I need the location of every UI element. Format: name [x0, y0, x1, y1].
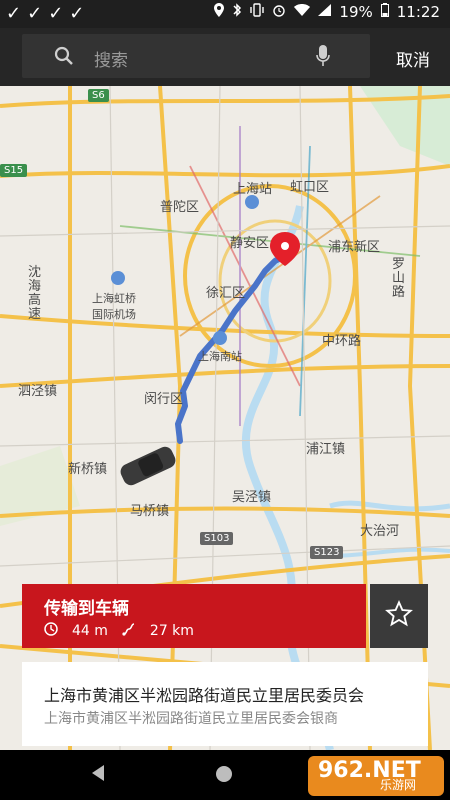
send-to-vehicle-card[interactable]: 传输到车辆 44 m 27 km [22, 584, 366, 648]
map-label: 中环路 [322, 334, 362, 349]
search-input[interactable]: 搜索 [22, 34, 370, 78]
search-placeholder: 搜索 [94, 51, 128, 71]
cancel-button[interactable]: 取消 [396, 46, 430, 71]
map-label: 徐汇区 [206, 286, 246, 301]
duration: 44 m [72, 623, 108, 639]
map-label: 泗泾镇 [18, 384, 58, 399]
map-label: 上海虹桥国际机场 [92, 292, 136, 321]
map-label: 新桥镇 [68, 462, 108, 477]
map-label: 上海南站 [198, 350, 242, 363]
bluetooth-icon [232, 3, 242, 21]
road-badge: S6 [88, 89, 109, 102]
check-icon: ✓ [69, 3, 85, 24]
vibrate-icon [250, 3, 265, 21]
status-bar: ✓ ✓ ✓ ✓ 19% 11:22 [0, 0, 450, 28]
map-canvas [0, 86, 450, 750]
station-marker [245, 195, 259, 209]
map-label: 虹口区 [290, 180, 330, 195]
signal-icon [318, 4, 332, 20]
map-label: 罗山路 [392, 257, 406, 300]
map-label: 大治河 [360, 524, 400, 539]
airport-marker [111, 271, 125, 285]
check-icon: ✓ [6, 3, 22, 24]
clock-time: 11:22 [396, 3, 440, 21]
notification-icons: ✓ ✓ ✓ ✓ [6, 4, 84, 24]
map-label: 普陀区 [160, 200, 200, 215]
map-label: 马桥镇 [130, 504, 170, 519]
road-badge: S123 [310, 546, 344, 559]
map-label: 浦东新区 [328, 240, 381, 255]
map-label: 闵行区 [144, 392, 184, 407]
road-badge: S15 [0, 164, 28, 177]
favorite-button[interactable] [370, 584, 428, 648]
map-label: 沈海高速 [28, 265, 42, 322]
map-label: 浦江镇 [306, 442, 346, 457]
star-icon [385, 600, 413, 632]
battery-percent: 19% [339, 3, 373, 21]
route-icon [122, 622, 136, 640]
address-title: 上海市黄浦区半淞园路街道民立里居民委员会 [44, 686, 365, 705]
map-view[interactable]: 上海站 虹口区 普陀区 静安区 浦东新区 徐汇区 上海虹桥国际机场 上海南站 闵… [0, 86, 450, 750]
microphone-icon[interactable] [316, 44, 330, 72]
map-label: 静安区 [230, 236, 270, 251]
clock-icon [44, 622, 58, 640]
address-subtitle: 上海市黄浦区半淞园路街道民立里居民委会银商 [44, 711, 338, 727]
search-icon [54, 46, 74, 70]
card-title: 传输到车辆 [44, 599, 129, 619]
map-label: 吴泾镇 [232, 490, 272, 505]
check-icon: ✓ [48, 3, 64, 24]
back-button[interactable] [92, 765, 104, 781]
station-marker [213, 331, 227, 345]
distance: 27 km [149, 623, 194, 639]
address-panel[interactable]: 上海市黄浦区半淞园路街道民立里居民委员会 上海市黄浦区半淞园路街道民立里居民委会… [22, 662, 428, 746]
home-button[interactable] [216, 766, 232, 782]
wifi-icon [294, 4, 311, 20]
road-badge: S103 [200, 532, 234, 545]
map-label: 上海站 [233, 182, 273, 197]
check-icon: ✓ [27, 3, 43, 24]
battery-icon [380, 3, 389, 21]
alarm-icon [272, 3, 286, 21]
watermark-text: 乐游网 [380, 778, 417, 792]
watermark-logo: 962.NET 乐游网 [308, 756, 444, 796]
search-bar: 搜索 取消 [0, 28, 450, 86]
location-icon [214, 3, 225, 21]
